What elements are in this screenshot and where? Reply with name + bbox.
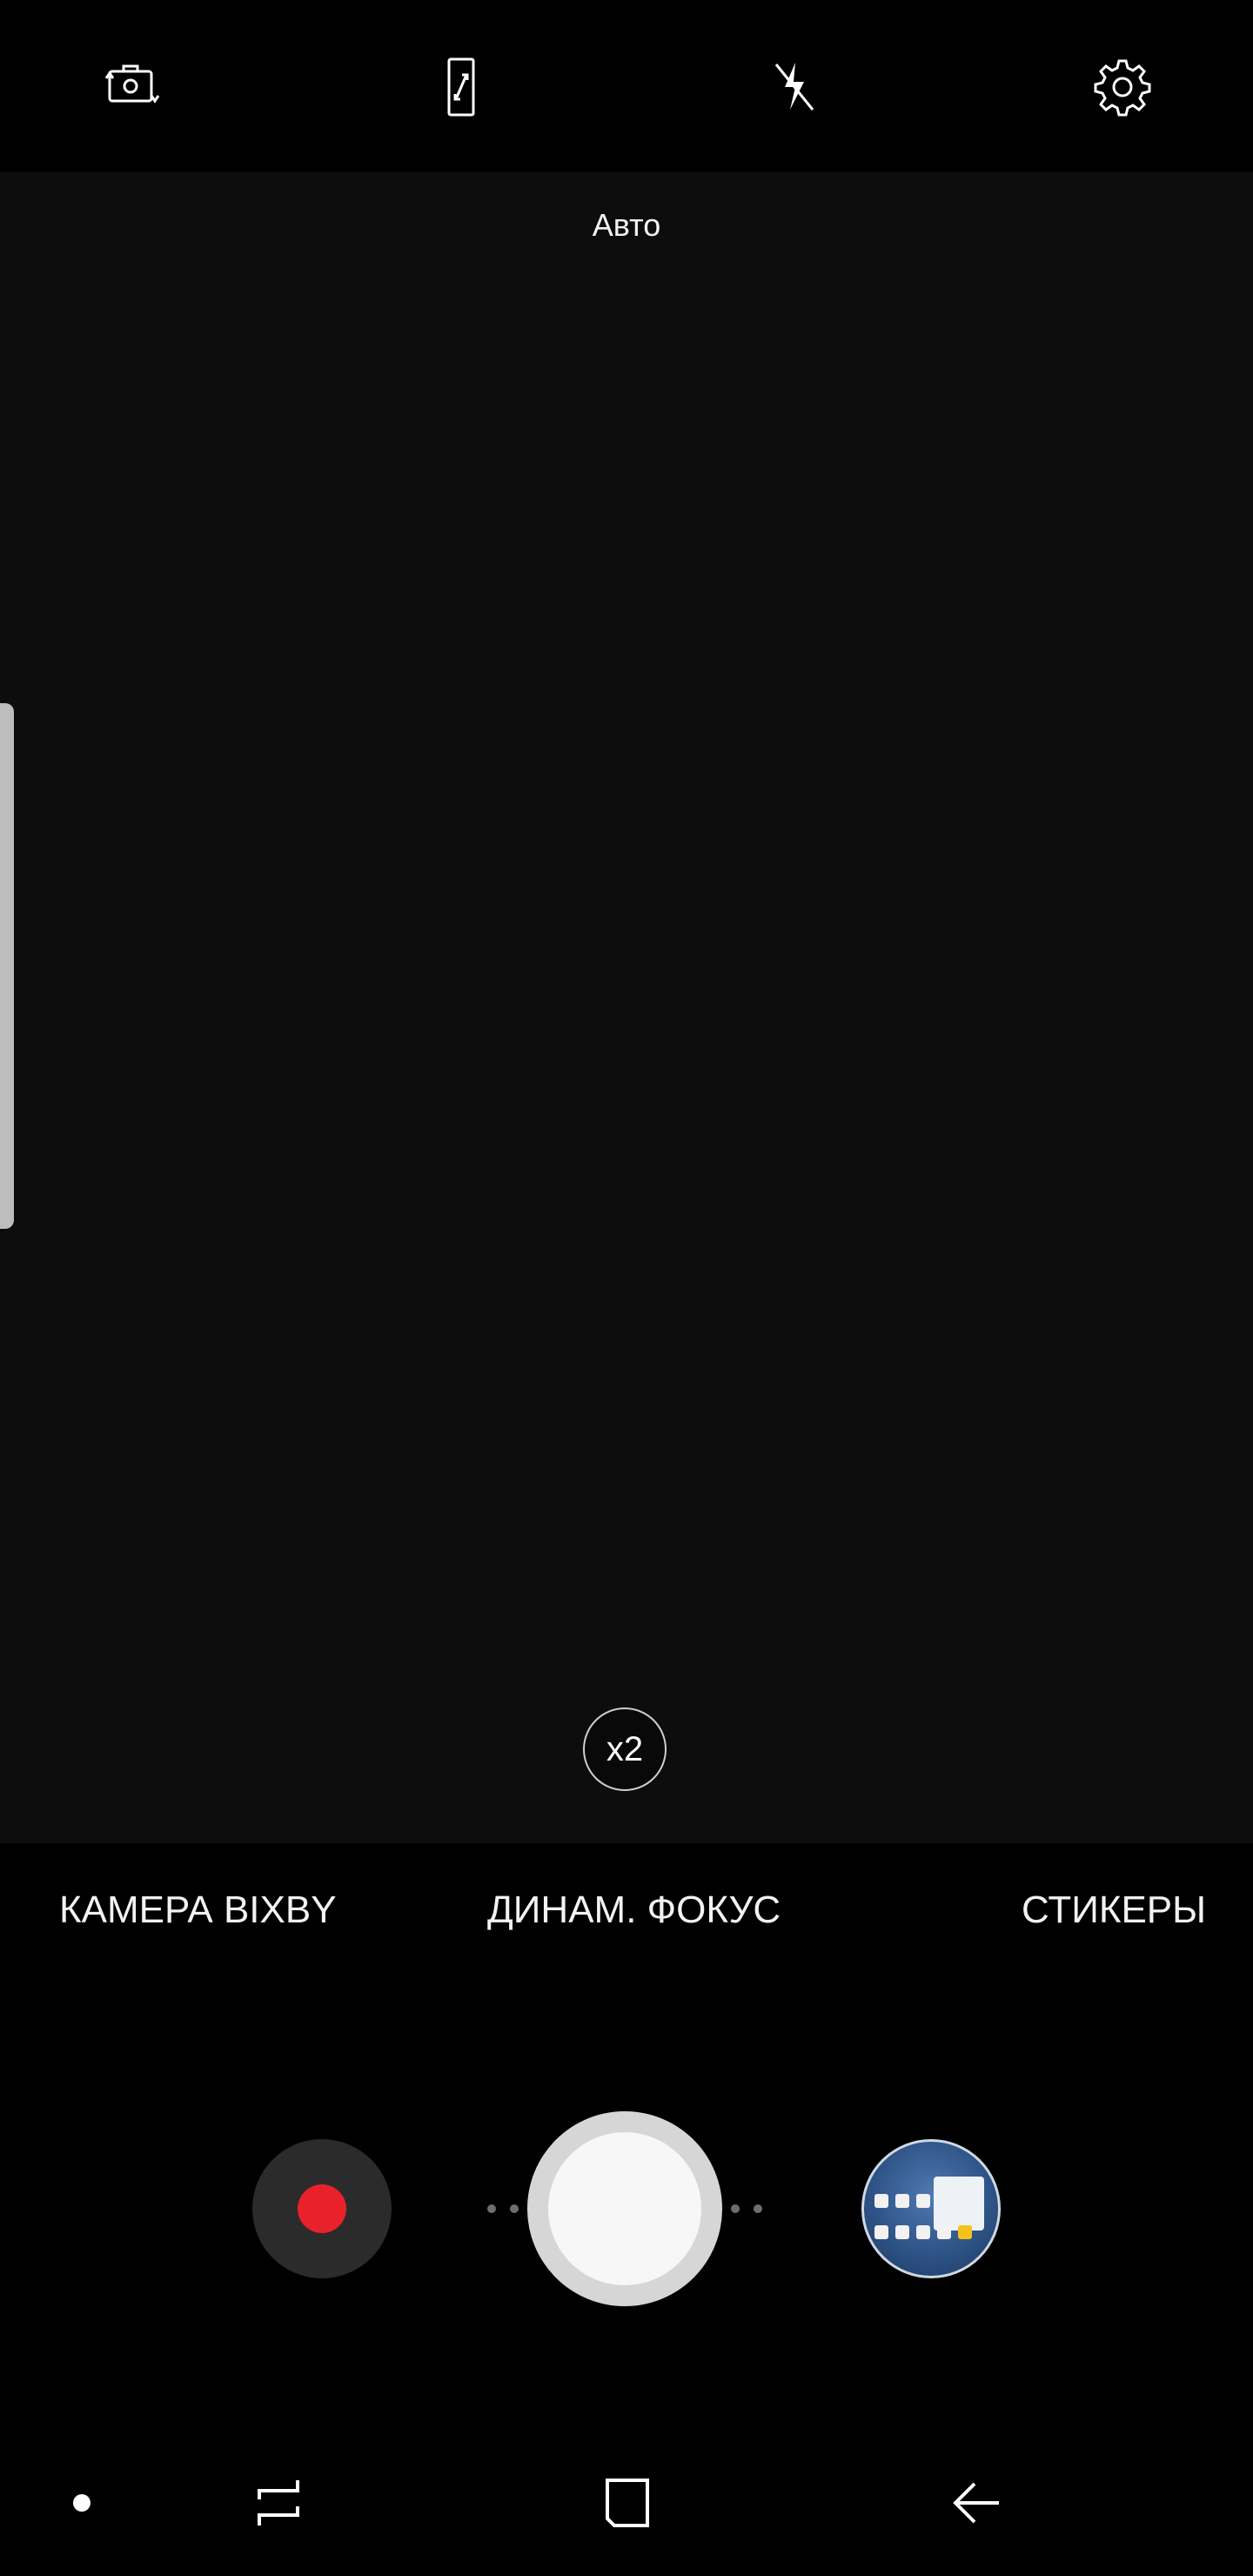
shooting-mode-label: Авто xyxy=(592,207,661,243)
slider-dot xyxy=(754,2204,762,2213)
flash-off-icon xyxy=(774,63,814,111)
home-button[interactable] xyxy=(592,2468,661,2538)
shutter-button[interactable] xyxy=(527,2111,722,2306)
thumbnail-app-icon xyxy=(916,2225,930,2239)
thumbnail-app-icon xyxy=(937,2225,951,2239)
aspect-ratio-icon xyxy=(447,57,475,117)
recents-button[interactable] xyxy=(244,2468,313,2538)
slider-dot xyxy=(487,2204,496,2213)
gallery-thumbnail[interactable] xyxy=(861,2139,1001,2278)
camera-top-bar xyxy=(0,0,1253,172)
switch-camera-button[interactable] xyxy=(94,49,171,125)
thumbnail-app-icon xyxy=(874,2194,888,2208)
settings-button[interactable] xyxy=(1084,49,1161,125)
back-button[interactable] xyxy=(941,2468,1011,2538)
nav-dot-icon xyxy=(73,2494,90,2512)
thumbnail-app-icon xyxy=(874,2225,888,2239)
mode-stickers[interactable]: СТИКЕРЫ xyxy=(1022,1888,1206,1932)
mode-live-focus[interactable]: ДИНАМ. ФОКУС xyxy=(487,1888,781,1932)
thumbnail-app-icon xyxy=(958,2225,972,2239)
slider-dot xyxy=(731,2204,740,2213)
recents-icon xyxy=(258,2480,299,2526)
settings-icon xyxy=(1094,59,1151,117)
camera-viewfinder[interactable] xyxy=(0,172,1253,1843)
flash-button[interactable] xyxy=(755,49,832,125)
thumbnail-app-icon xyxy=(916,2194,930,2208)
thumbnail-app-icon xyxy=(895,2194,909,2208)
record-icon xyxy=(298,2184,346,2233)
zoom-button[interactable]: x2 xyxy=(583,1707,667,1791)
nav-dot-button[interactable] xyxy=(44,2468,113,2538)
shutter-inner xyxy=(548,2132,701,2285)
thumbnail-popup-card xyxy=(934,2177,984,2231)
home-icon xyxy=(606,2479,649,2527)
aspect-ratio-button[interactable] xyxy=(423,49,499,125)
mode-bixby-camera[interactable]: КАМЕРА BIXBY xyxy=(59,1888,337,1932)
edge-panel-handle[interactable] xyxy=(0,703,14,1229)
switch-camera-icon xyxy=(104,64,160,104)
record-video-button[interactable] xyxy=(252,2139,392,2278)
slider-dot xyxy=(510,2204,519,2213)
thumbnail-app-icon xyxy=(895,2225,909,2239)
back-icon xyxy=(953,2482,999,2524)
